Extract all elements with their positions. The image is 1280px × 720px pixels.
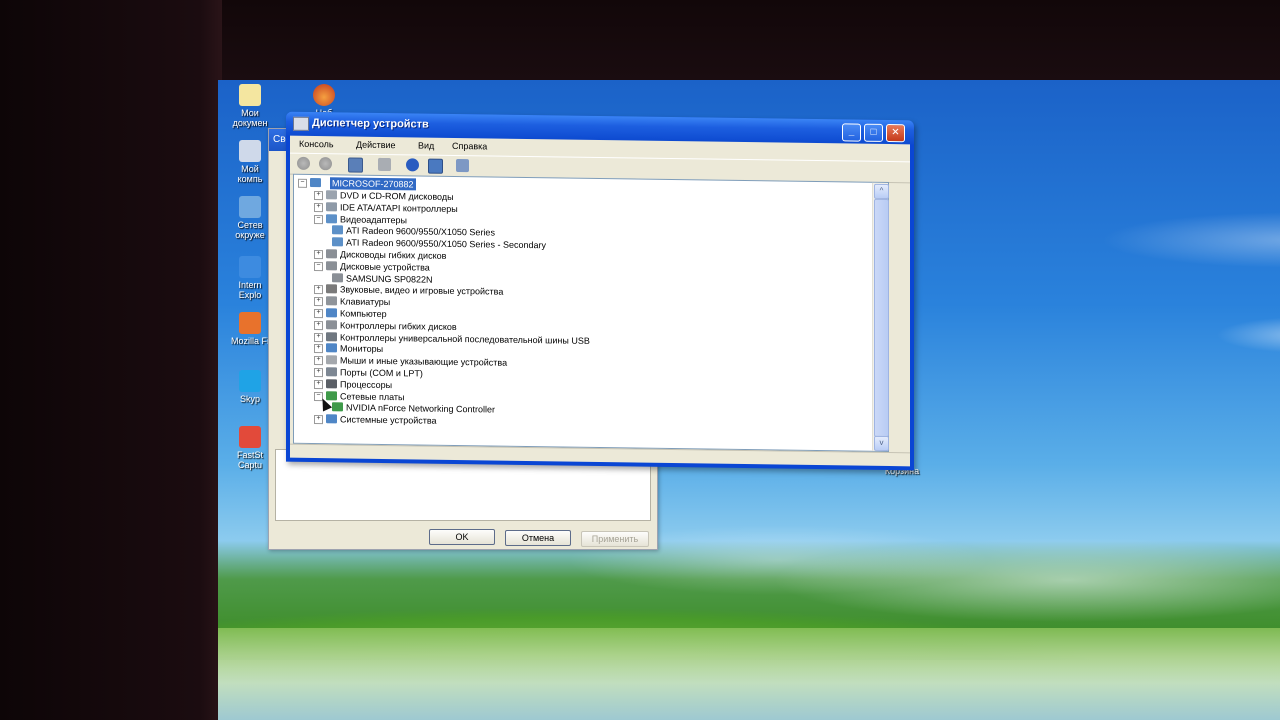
scroll-up-button[interactable]: ^ [874, 183, 889, 200]
menu-help[interactable]: Справка [452, 141, 487, 151]
faststone-capture-icon [239, 426, 261, 448]
print-icon[interactable] [378, 157, 391, 172]
mouse-icon [326, 355, 337, 365]
window-client: Консоль Действие Вид Справка − MICROSOF-… [290, 135, 910, 468]
expand-toggle[interactable]: + [314, 379, 323, 389]
processor-icon [326, 378, 337, 389]
firefox-icon [239, 312, 261, 334]
collapse-toggle[interactable]: − [298, 178, 307, 188]
collapse-toggle[interactable]: − [314, 214, 323, 224]
tree-item-label: Процессоры [340, 379, 393, 390]
scan-hardware-icon[interactable] [456, 158, 469, 173]
back-icon[interactable] [297, 156, 310, 170]
menu-action[interactable]: Действие [356, 140, 396, 151]
tree-item-label: Системные устройства [340, 414, 437, 426]
network-places-icon [239, 196, 261, 218]
monitor-icon [326, 343, 337, 353]
expand-toggle[interactable]: + [314, 191, 323, 201]
monitor-bezel-left [0, 0, 222, 720]
menu-view[interactable]: Вид [418, 140, 434, 150]
device-tree[interactable]: − MICROSOF-270882 ^ v + DVD и CD-ROM диск… [293, 173, 889, 453]
maximize-button[interactable]: □ [864, 123, 883, 142]
dvd-drive-icon [326, 190, 337, 200]
scroll-thumb[interactable] [874, 198, 889, 438]
collapse-toggle[interactable]: − [314, 261, 323, 271]
expand-toggle[interactable]: + [314, 332, 323, 342]
disk-drive-icon [326, 260, 337, 271]
window-title: Диспетчер устройств [312, 116, 429, 131]
expand-toggle[interactable]: + [314, 285, 323, 295]
wallpaper-lake [218, 628, 1280, 720]
keyboard-icon [326, 296, 337, 306]
desktop-icon-label: Сетев окруже [235, 220, 265, 240]
help-icon[interactable] [406, 158, 419, 172]
network-adapter-icon [332, 402, 343, 412]
desktop-icon-label: FastSt Captu [236, 450, 263, 470]
desktop-icon-label: Skyp [239, 394, 260, 404]
expand-toggle[interactable]: + [314, 250, 323, 260]
device-manager-window[interactable]: Диспетчер устройств _ □ ✕ Консоль Действ… [286, 111, 914, 471]
scroll-down-button[interactable]: v [874, 435, 889, 452]
display-adapter-icon [332, 237, 343, 247]
tree-item-label: Клавиатуры [340, 296, 391, 308]
expand-toggle[interactable]: + [314, 297, 323, 307]
device-manager-icon [293, 116, 309, 131]
tree-item-label: Компьютер [340, 308, 387, 320]
desktop-icon-label: Intern Explo [238, 280, 262, 300]
expand-toggle[interactable]: + [314, 320, 323, 330]
menu-console[interactable]: Консоль [299, 139, 334, 149]
expand-toggle[interactable]: + [314, 309, 323, 319]
ide-controller-icon [326, 201, 337, 212]
internet-explorer-icon [239, 256, 261, 278]
expand-toggle[interactable]: + [314, 415, 323, 425]
floppy-controller-icon [326, 319, 337, 330]
program-icon [313, 84, 335, 106]
expand-toggle[interactable]: + [314, 344, 323, 354]
sound-device-icon [326, 284, 337, 294]
desktop-icon-label: Mozilla Fi [230, 336, 269, 346]
floppy-drive-icon [326, 249, 337, 259]
usb-controller-icon [326, 331, 337, 341]
skype-icon [239, 370, 261, 392]
desktop-icon-label: Мои докумен [232, 108, 268, 128]
computer-icon [310, 177, 321, 188]
expand-toggle[interactable]: + [314, 356, 323, 366]
system-device-icon [326, 414, 337, 424]
ok-button[interactable]: OK [429, 529, 495, 545]
forward-icon[interactable] [319, 157, 332, 171]
disk-drive-icon [332, 272, 343, 283]
desktop-icon-label: Мой компь [237, 164, 263, 184]
tree-item-label: Мониторы [340, 343, 384, 355]
expand-toggle[interactable]: + [314, 368, 323, 378]
my-computer-icon [239, 140, 261, 162]
computer-icon [326, 308, 337, 318]
desktop-icon[interactable]: Мои докумен [222, 84, 278, 128]
minimize-button[interactable]: _ [842, 123, 861, 142]
apply-button[interactable]: Применить [581, 531, 649, 547]
display-adapter-icon [332, 225, 343, 235]
properties-pane-icon[interactable] [348, 157, 363, 173]
close-button[interactable]: ✕ [886, 123, 905, 143]
console-tree-icon[interactable] [428, 158, 443, 174]
display-adapter-icon [326, 213, 337, 223]
cancel-button[interactable]: Отмена [505, 530, 571, 546]
vertical-scrollbar[interactable]: ^ v [872, 182, 889, 452]
expand-toggle[interactable]: + [314, 202, 323, 212]
port-icon [326, 367, 337, 377]
my-documents-icon [239, 84, 261, 106]
